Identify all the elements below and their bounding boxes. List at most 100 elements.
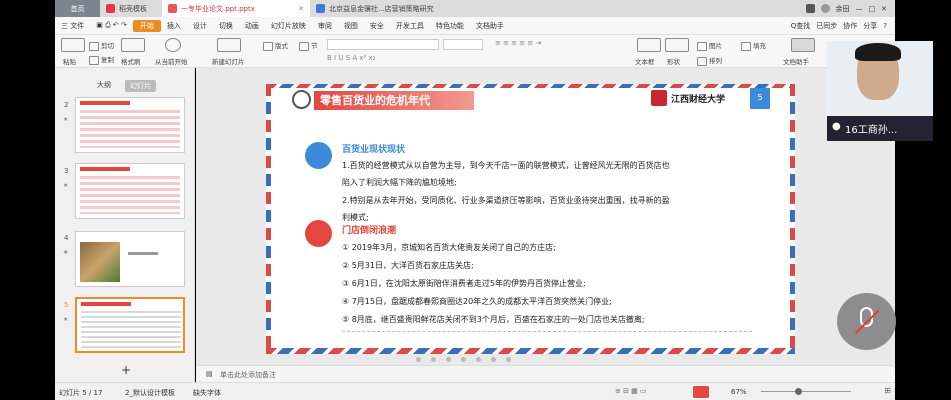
window-close-icon[interactable]: ✕ xyxy=(881,5,887,13)
nav-dot[interactable] xyxy=(476,357,481,362)
section-button[interactable]: 节 xyxy=(299,40,318,51)
tab-docer-label: 稻壳模板 xyxy=(119,4,147,13)
share-button[interactable]: 分享 xyxy=(863,21,877,31)
shape-icon[interactable] xyxy=(665,38,689,52)
nav-dot[interactable] xyxy=(446,357,451,362)
menu-item[interactable]: 文档助手 xyxy=(470,21,510,31)
format-painter-button[interactable]: 格式刷 xyxy=(121,56,141,66)
video-feed[interactable]: ● 16工商孙... xyxy=(827,41,933,141)
zoom-handle[interactable] xyxy=(795,388,802,395)
missing-font[interactable]: 缺失字体 xyxy=(193,388,221,398)
section-heading-closures[interactable]: 门店倒闭浪潮 xyxy=(342,223,396,236)
notes-icon: ▤ xyxy=(206,370,213,378)
menu-item[interactable]: 开发工具 xyxy=(390,21,430,31)
menu-item[interactable]: 插入 xyxy=(161,21,187,31)
menu-file[interactable]: 三 文件 xyxy=(55,21,90,31)
assistant-button[interactable]: 文档助手 xyxy=(783,56,809,66)
nav-dot[interactable] xyxy=(416,357,421,362)
picture-button[interactable]: 图片 xyxy=(697,40,722,51)
menu-item[interactable]: 特色功能 xyxy=(430,21,470,31)
save-icon[interactable]: ▣ ⎙ ↶ ↷ xyxy=(90,21,133,30)
paragraph-line[interactable]: 2.特别是从去年开始，受同质化、行业多渠道挤压等影响，百货业亟待突出重围，找寻新… xyxy=(342,195,670,206)
textbox-icon[interactable] xyxy=(637,38,661,52)
slide-thumbnail[interactable] xyxy=(75,231,185,287)
user-name[interactable]: 余田 xyxy=(836,4,850,14)
arrange-button[interactable]: 排列 xyxy=(697,55,722,66)
tab-outline[interactable]: 大纲 xyxy=(97,80,111,90)
close-icon[interactable]: ✕ xyxy=(298,5,304,13)
nav-dot[interactable] xyxy=(461,357,466,362)
font-name-select[interactable] xyxy=(327,39,439,50)
new-slide-icon[interactable] xyxy=(217,38,241,52)
play-button[interactable] xyxy=(693,386,709,398)
paragraph-buttons[interactable]: ≡ ≡ ≡ ≡ ≡ ⇥ xyxy=(495,39,605,50)
paste-button[interactable]: 粘贴 xyxy=(63,56,76,66)
sync-status[interactable]: 已同步 xyxy=(816,21,837,31)
tab-home[interactable]: 首页 xyxy=(55,0,100,17)
slide-nav-dots[interactable] xyxy=(416,357,511,362)
menu-item[interactable]: 视图 xyxy=(338,21,364,31)
tab-bar: 首页 稻壳模板 一专毕业论文.ppt.pptx ✕ 北京益息金骥社...店营销策… xyxy=(55,0,895,17)
help-icon[interactable]: ? xyxy=(883,22,887,30)
play-icon[interactable] xyxy=(165,38,181,52)
theme-name[interactable]: 2_默认设计模板 xyxy=(125,388,175,398)
slide[interactable]: 零售百货业的危机年代 江西财经大学 5 百货业现状现状 1.百货的经营模式从以自… xyxy=(266,84,795,354)
slide-thumbnail[interactable] xyxy=(75,97,185,153)
copy-button[interactable]: 复制 xyxy=(89,54,114,65)
notes-bar[interactable]: ▤ 单击此处添加备注 xyxy=(196,365,895,382)
nav-dot[interactable] xyxy=(506,357,511,362)
tab-other[interactable]: 北京益息金骥社...店营销策略研究 xyxy=(310,0,460,17)
tab-slides[interactable]: 幻灯片 xyxy=(125,80,156,92)
font-size-select[interactable] xyxy=(443,39,483,50)
nav-dot[interactable] xyxy=(431,357,436,362)
avatar[interactable] xyxy=(820,4,830,13)
menu-item[interactable]: 动画 xyxy=(239,21,265,31)
list-item[interactable]: ④ 7月15日，盘踞成都春熙商圈达20年之久的成都太平洋百货突然关门停业; xyxy=(342,296,612,307)
notes-placeholder[interactable]: 单击此处添加备注 xyxy=(220,370,276,380)
window-icon[interactable] xyxy=(805,4,815,13)
list-item[interactable]: ② 5月31日，大洋百货石家庄店关店; xyxy=(342,260,474,271)
menu-start[interactable]: 开始 xyxy=(132,19,161,32)
paragraph-line[interactable]: 利模式; xyxy=(342,212,369,223)
fill-label: 填充 xyxy=(753,42,766,50)
assistant-icon[interactable] xyxy=(791,38,815,52)
format-painter-icon[interactable] xyxy=(121,38,145,52)
paragraph-line[interactable]: 陷入了利润大幅下降的尴尬境地; xyxy=(342,177,457,188)
zoom-slider[interactable] xyxy=(761,391,851,392)
cut-button[interactable]: 剪切 xyxy=(89,40,114,51)
format-buttons[interactable]: B I U S A x² x₂ xyxy=(327,54,483,65)
list-item[interactable]: ① 2019年3月，京城知名百货大佬贵友关闭了自己的方庄店; xyxy=(342,242,556,253)
slide-title[interactable]: 零售百货业的危机年代 xyxy=(314,91,474,110)
search-button[interactable]: Q查找 xyxy=(791,21,811,31)
paragraph-line[interactable]: 1.百货的经营模式从以自营为主导，到今天千店一面的联营模式，让曾经风光无限的百货… xyxy=(342,160,670,171)
view-buttons[interactable]: ≡ ⊟ ▦ ▭ xyxy=(615,387,647,395)
play-from-current-button[interactable]: 从当前开始 xyxy=(155,56,188,66)
layout-button[interactable]: 版式 xyxy=(263,40,288,51)
nav-dot[interactable] xyxy=(491,357,496,362)
menu-item[interactable]: 审阅 xyxy=(312,21,338,31)
add-slide-button[interactable]: + xyxy=(121,363,131,377)
maximize-icon[interactable]: □ xyxy=(869,5,876,13)
section-heading-status[interactable]: 百货业现状现状 xyxy=(342,142,405,155)
mute-mic-button[interactable] xyxy=(837,293,896,350)
grid-icon[interactable]: ⊞ xyxy=(880,382,895,400)
participant-hair xyxy=(855,43,901,61)
paste-icon[interactable] xyxy=(61,38,85,52)
list-item[interactable]: ③ 6月1日，在沈阳太原街陪伴消费者走过5年的伊势丹百货停止营业; xyxy=(342,278,586,289)
menu-item[interactable]: 安全 xyxy=(364,21,390,31)
collab-button[interactable]: 协作 xyxy=(843,21,857,31)
minimize-icon[interactable]: — xyxy=(856,5,863,13)
list-item[interactable]: ⑤ 8月底，继百盛贵阳鲜花店关闭不到3个月后，百盛在石家庄的一处门店也关店撤离; xyxy=(342,314,645,325)
textbox-button[interactable]: 文本框 xyxy=(635,56,655,66)
menu-item[interactable]: 切换 xyxy=(213,21,239,31)
menu-item[interactable]: 设计 xyxy=(187,21,213,31)
shape-button[interactable]: 形状 xyxy=(667,56,680,66)
menu-item[interactable]: 幻灯片放映 xyxy=(265,21,312,31)
slide-thumbnail-selected[interactable] xyxy=(75,297,185,353)
zoom-level[interactable]: 67% xyxy=(731,388,747,396)
tab-document[interactable]: 一专毕业论文.ppt.pptx ✕ xyxy=(162,0,310,17)
slide-thumbnail[interactable] xyxy=(75,163,185,219)
new-slide-button[interactable]: 新建幻灯片 xyxy=(212,56,245,66)
tab-docer[interactable]: 稻壳模板 xyxy=(100,0,162,17)
fill-button[interactable]: 填充 xyxy=(741,40,766,51)
